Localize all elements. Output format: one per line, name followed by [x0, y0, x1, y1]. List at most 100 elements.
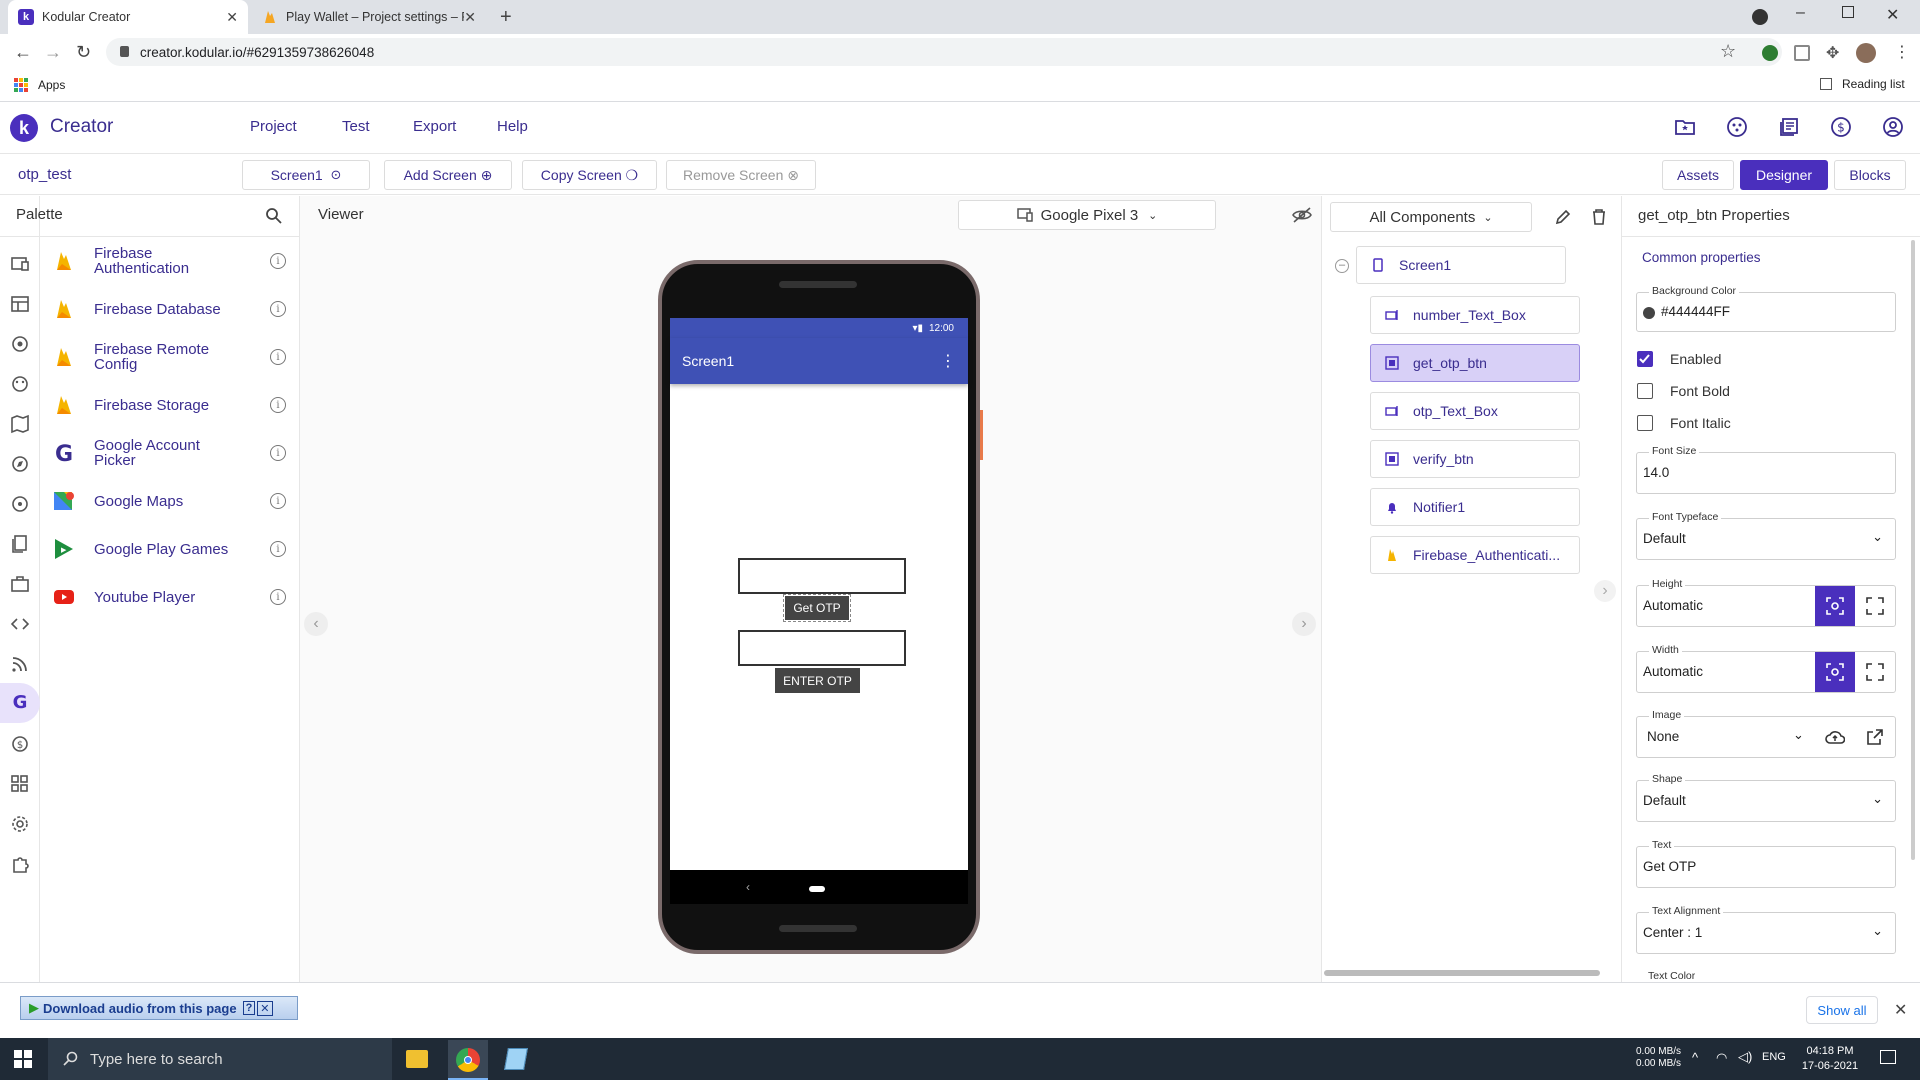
- otp-text-box[interactable]: [738, 630, 906, 666]
- clock[interactable]: 04:18 PM 17-06-2021: [1798, 1044, 1862, 1074]
- new-tab-icon[interactable]: +: [500, 6, 512, 29]
- background-color-field[interactable]: Background Color #444444FF: [1636, 285, 1896, 332]
- layout-icon[interactable]: [10, 254, 30, 274]
- drawing-icon[interactable]: [10, 374, 30, 394]
- briefcase-icon[interactable]: [10, 574, 30, 594]
- palette-item[interactable]: Youtube Player i: [46, 574, 286, 620]
- assets-button[interactable]: Assets: [1662, 160, 1734, 190]
- widgets-icon[interactable]: [10, 774, 30, 794]
- tree-item-selected[interactable]: get_otp_btn: [1370, 344, 1580, 382]
- dollar-icon[interactable]: $: [1830, 116, 1852, 138]
- tree-item[interactable]: Notifier1: [1370, 488, 1580, 526]
- info-icon[interactable]: i: [270, 589, 286, 605]
- settings-icon[interactable]: [10, 814, 30, 834]
- palette-item[interactable]: Google Maps i: [46, 478, 286, 524]
- verify-button[interactable]: ENTER OTP: [775, 668, 860, 693]
- fit-content-icon[interactable]: [1815, 586, 1855, 626]
- hidden-components-icon[interactable]: [1292, 206, 1312, 224]
- reading-list-link[interactable]: Reading list: [1842, 77, 1905, 91]
- remove-screen-button[interactable]: Remove Screen ⊗: [666, 160, 816, 190]
- windows-start-icon[interactable]: [14, 1050, 32, 1068]
- close-tab-icon[interactable]: ✕: [226, 9, 238, 26]
- bookmark-star-icon[interactable]: ☆: [1720, 41, 1736, 62]
- extension-icon[interactable]: [1794, 45, 1810, 61]
- help-icon[interactable]: ?: [242, 1001, 256, 1015]
- show-all-button[interactable]: Show all: [1806, 996, 1878, 1024]
- compass-icon[interactable]: [10, 454, 30, 474]
- chevron-right-icon[interactable]: ›: [1594, 580, 1616, 602]
- chevron-left-icon[interactable]: ‹: [304, 612, 328, 636]
- rss-icon[interactable]: [10, 654, 30, 674]
- game-icon[interactable]: [10, 494, 30, 514]
- menu-project[interactable]: Project: [250, 118, 297, 135]
- info-icon[interactable]: i: [270, 445, 286, 461]
- get-otp-button[interactable]: Get OTP: [783, 594, 851, 622]
- info-icon[interactable]: i: [270, 253, 286, 269]
- width-field[interactable]: Width Automatic: [1636, 644, 1896, 693]
- menu-help[interactable]: Help: [497, 118, 528, 135]
- kodular-logo-icon[interactable]: k: [10, 114, 38, 142]
- components-filter[interactable]: All Components ⌄: [1330, 202, 1532, 232]
- fill-parent-icon[interactable]: [1855, 586, 1895, 626]
- chevron-up-icon[interactable]: ^: [1692, 1050, 1698, 1065]
- font-bold-checkbox[interactable]: [1637, 383, 1653, 399]
- fit-content-icon[interactable]: [1815, 652, 1855, 692]
- info-icon[interactable]: i: [270, 349, 286, 365]
- tree-item[interactable]: Firebase_Authenticati...: [1370, 536, 1580, 574]
- tree-item[interactable]: number_Text_Box: [1370, 296, 1580, 334]
- kebab-menu-icon[interactable]: ⋮: [1894, 42, 1910, 62]
- close-icon[interactable]: ✕: [1894, 1000, 1907, 1020]
- lock-icon[interactable]: [120, 46, 129, 57]
- text-field[interactable]: Text Get OTP: [1636, 839, 1896, 888]
- forward-icon[interactable]: →: [44, 42, 62, 63]
- upload-cloud-icon[interactable]: [1815, 717, 1855, 757]
- tree-item[interactable]: otp_Text_Box: [1370, 392, 1580, 430]
- copy-screen-button[interactable]: Copy Screen ❍: [522, 160, 657, 190]
- palette-item[interactable]: Firebase Authentication i: [46, 238, 286, 284]
- wifi-icon[interactable]: ◠: [1716, 1050, 1727, 1066]
- browser-tab-playwallet[interactable]: Play Wallet – Project settings – Fi ✕: [252, 0, 486, 34]
- fill-parent-icon[interactable]: [1855, 652, 1895, 692]
- enabled-checkbox[interactable]: [1637, 351, 1653, 367]
- apps-bookmark[interactable]: Apps: [38, 78, 65, 92]
- close-tab-icon[interactable]: ✕: [464, 9, 476, 26]
- volume-icon[interactable]: ◁): [1738, 1049, 1752, 1065]
- reading-list-icon[interactable]: [1820, 78, 1832, 90]
- avatar[interactable]: [1856, 43, 1876, 63]
- screen-selector[interactable]: Screen1 ⊙: [242, 160, 370, 190]
- code-icon[interactable]: [10, 614, 30, 634]
- back-icon[interactable]: ←: [14, 42, 32, 63]
- reload-icon[interactable]: ↻: [76, 42, 91, 63]
- open-external-icon[interactable]: [1855, 717, 1895, 757]
- notification-icon[interactable]: [1880, 1050, 1896, 1064]
- library-icon[interactable]: [1778, 116, 1800, 138]
- folder-star-icon[interactable]: [1674, 116, 1696, 138]
- collapse-icon[interactable]: –: [1335, 259, 1349, 273]
- info-icon[interactable]: i: [270, 397, 286, 413]
- designer-button[interactable]: Designer: [1740, 160, 1828, 190]
- rename-pencil-icon[interactable]: [1554, 208, 1572, 226]
- puzzle-extensions-icon[interactable]: ✥: [1826, 43, 1839, 63]
- font-size-field[interactable]: Font Size 14.0: [1636, 445, 1896, 494]
- extension-puzzle-icon[interactable]: [10, 854, 30, 874]
- map-icon[interactable]: [10, 414, 30, 434]
- menu-test[interactable]: Test: [342, 118, 370, 135]
- horizontal-scrollbar[interactable]: [1324, 970, 1600, 976]
- files-icon[interactable]: [10, 534, 30, 554]
- chevron-right-icon[interactable]: ›: [1292, 612, 1316, 636]
- address-bar[interactable]: creator.kodular.io/#6291359738626048: [106, 38, 1782, 66]
- account-icon[interactable]: [1882, 116, 1904, 138]
- search-icon[interactable]: [265, 207, 283, 225]
- media-icon[interactable]: [10, 334, 30, 354]
- profile-download-icon[interactable]: [1752, 9, 1768, 25]
- vertical-scrollbar[interactable]: [1911, 240, 1915, 860]
- blocks-button[interactable]: Blocks: [1834, 160, 1906, 190]
- download-audio-extension[interactable]: ▶ Download audio from this page ? ✕: [20, 996, 298, 1020]
- tree-root-screen1[interactable]: Screen1: [1356, 246, 1566, 284]
- close-window-icon[interactable]: ✕: [1886, 5, 1899, 25]
- restore-icon[interactable]: [1842, 6, 1854, 18]
- palette-item[interactable]: Firebase Storage i: [46, 382, 286, 428]
- palette-item[interactable]: Firebase Database i: [46, 286, 286, 332]
- height-field[interactable]: Height Automatic: [1636, 578, 1896, 627]
- close-icon[interactable]: ✕: [257, 1000, 273, 1016]
